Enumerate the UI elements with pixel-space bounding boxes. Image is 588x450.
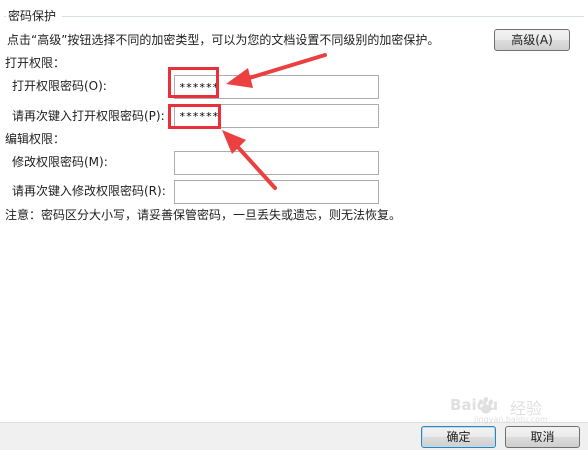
description-text: 点击“高级”按钮选择不同的加密类型，可以为您的文档设置不同级别的加密保护。	[7, 33, 440, 47]
edit-password-input[interactable]	[174, 151, 379, 175]
ok-button[interactable]: 确定	[421, 426, 496, 448]
group-border	[62, 16, 584, 17]
group-title: 密码保护	[8, 9, 57, 23]
watermark-url: jingyan.baidu.com	[474, 415, 548, 424]
edit-password-label: 修改权限密码(M):	[12, 155, 108, 169]
open-password-input[interactable]	[174, 75, 379, 99]
open-password-label: 打开权限密码(O):	[12, 79, 107, 93]
annotation-arrows	[222, 53, 327, 190]
open-password-confirm-input[interactable]	[174, 104, 379, 128]
cancel-button[interactable]: 取消	[505, 426, 580, 448]
edit-password-confirm-label: 请再次键入修改权限密码(R):	[12, 184, 166, 198]
edit-permission-heading: 编辑权限：	[5, 132, 66, 146]
group-border	[4, 16, 6, 17]
notice-text: 注意：密码区分大小写，请妥善保管密码，一旦丢失或遗忘，则无法恢复。	[5, 208, 402, 222]
open-password-confirm-label: 请再次键入打开权限密码(P):	[12, 109, 165, 123]
baidu-jingyan-watermark: Baidu 经验 jingyan.baidu.com	[450, 394, 580, 428]
edit-password-confirm-input[interactable]	[174, 180, 379, 204]
password-protection-dialog: 密码保护 点击“高级”按钮选择不同的加密类型，可以为您的文档设置不同级别的加密保…	[0, 0, 588, 450]
watermark-brand: Baidu	[450, 396, 499, 414]
advanced-button[interactable]: 高级(A)	[494, 29, 570, 51]
open-permission-heading: 打开权限：	[5, 56, 66, 70]
